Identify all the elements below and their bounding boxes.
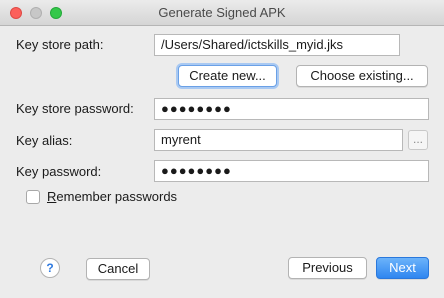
generate-signed-apk-dialog: Generate Signed APK Key store path: /Use…	[0, 0, 444, 298]
choose-existing-button[interactable]: Choose existing...	[296, 65, 428, 87]
keystore-password-label: Key store password:	[16, 101, 134, 116]
keystore-password-field[interactable]: ●●●●●●●●	[154, 98, 429, 120]
window-title: Generate Signed APK	[158, 5, 286, 20]
key-alias-label: Key alias:	[16, 133, 73, 148]
key-alias-field[interactable]: myrent	[154, 129, 403, 151]
help-icon[interactable]: ?	[40, 258, 60, 278]
previous-button[interactable]: Previous	[288, 257, 367, 279]
create-new-button[interactable]: Create new...	[178, 65, 277, 87]
keystore-path-field[interactable]: /Users/Shared/ictskills_myid.jks	[154, 34, 400, 56]
cancel-button[interactable]: Cancel	[86, 258, 150, 280]
key-alias-browse-button[interactable]: ...	[408, 130, 428, 150]
next-button[interactable]: Next	[376, 257, 429, 279]
keystore-path-label: Key store path:	[16, 37, 104, 52]
remember-passwords-mnemonic: R	[47, 189, 57, 204]
remember-passwords-label-text: emember passwords	[56, 189, 178, 204]
key-password-label: Key password:	[16, 164, 102, 179]
remember-passwords-label[interactable]: Remember passwords	[47, 189, 177, 204]
remember-passwords-checkbox[interactable]	[26, 190, 40, 204]
title-bar: Generate Signed APK	[0, 0, 444, 26]
key-password-field[interactable]: ●●●●●●●●	[154, 160, 429, 182]
